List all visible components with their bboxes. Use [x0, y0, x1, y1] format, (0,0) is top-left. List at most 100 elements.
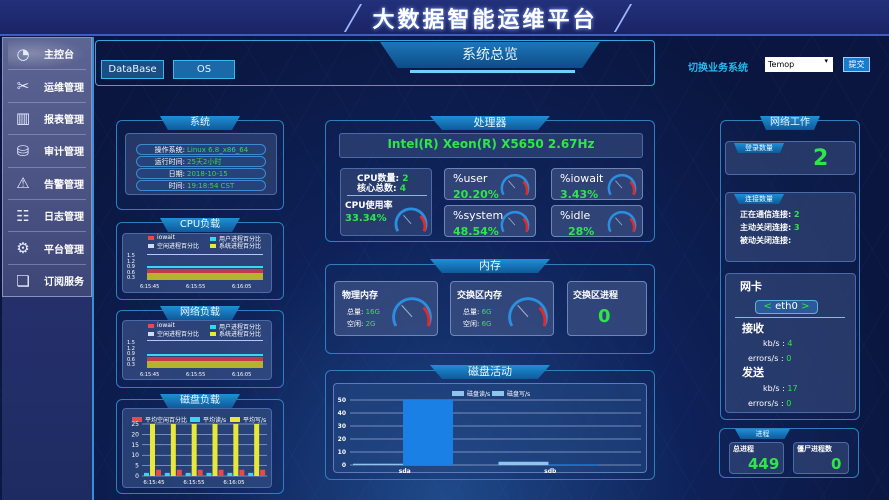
- bar-平均空闲百分比: [176, 469, 182, 476]
- sidebar: ◔ 主控台 ✂ 运维管理 ▥ 报表管理 ⛁ 审计管理 ⚠ 告警管理 ☷ 日志管理 ⚙ 平台管理…: [2, 37, 92, 297]
- bar-平均写/s: [170, 424, 176, 476]
- metric-value: 28%: [568, 225, 595, 238]
- y-tick-label: 0: [342, 462, 346, 469]
- nic-next-button[interactable]: >: [801, 301, 809, 312]
- legend-idle: 空闲进程百分比: [148, 241, 199, 250]
- network-title: 网络工作: [760, 116, 820, 130]
- bar-平均写/s: [233, 424, 239, 476]
- net-x-tick: 6:15:45: [140, 372, 160, 378]
- login-count-value: 2: [813, 146, 829, 171]
- bar-磁盘读/s-sdb: [498, 461, 549, 465]
- divider: [735, 317, 845, 318]
- tab-os[interactable]: OS: [173, 60, 235, 79]
- conn-row-passive-close: 被动关闭连接:: [740, 236, 792, 245]
- nic-name: eth0: [775, 301, 798, 312]
- system-row-time: 时间: 19:18:54 CST: [136, 180, 266, 191]
- total-process-value: 449: [748, 455, 780, 473]
- login-count-label: 登录数量: [734, 143, 784, 153]
- total-process-label: 总进程: [733, 445, 754, 453]
- x-tick-label: sdb: [544, 468, 557, 473]
- system-select-value: Temop: [768, 60, 795, 69]
- swap-free-row: 空闲: 6G: [463, 320, 492, 328]
- sidebar-filler: [2, 297, 92, 500]
- swap-memory-gauge: [508, 297, 548, 327]
- receive-label: 接收: [742, 322, 764, 335]
- sidebar-item-ops[interactable]: ✂ 运维管理: [8, 70, 86, 103]
- sidebar-item-reports[interactable]: ▥ 报表管理: [8, 103, 86, 136]
- y-tick-label: 50: [338, 397, 346, 404]
- x-tick-label: 6:15:55: [183, 480, 205, 486]
- net-x-tick: 6:16:05: [232, 372, 252, 378]
- y-tick-label: 10: [338, 449, 346, 456]
- row-key: 操作系统:: [154, 146, 185, 154]
- cpu-x-tick: 6:15:45: [140, 284, 160, 290]
- sidebar-item-logs[interactable]: ☷ 日志管理: [8, 200, 86, 233]
- net-load-title: 网络负载: [160, 306, 240, 320]
- bar-平均写/s: [212, 424, 218, 476]
- bar-平均空闲百分比: [197, 469, 203, 476]
- disk-activity-chart: 0 10 20 30 40 50 sda sdb: [338, 397, 641, 473]
- app-title: 大数据智能运维平台: [372, 8, 598, 33]
- cpu-load-title: CPU负载: [160, 218, 240, 232]
- legend-system: 系统进程百分比: [210, 241, 261, 250]
- bar-平均空闲百分比: [156, 469, 161, 476]
- cpu-model: Intel(R) Xeon(R) X5650 2.67Hz: [387, 137, 595, 151]
- bar-平均读/s: [144, 472, 149, 476]
- x-tick-label: 6:16:05: [223, 480, 245, 486]
- submit-button[interactable]: 提交: [843, 57, 870, 72]
- disk-load-chart: 0 5 10 15 20 25 6:15:45 6:15:55 6:16:05: [131, 421, 267, 486]
- physical-memory-gauge: [392, 297, 432, 327]
- system-row-date: 日期: 2018-10-15: [136, 168, 266, 179]
- nic-prev-button[interactable]: <: [764, 301, 772, 312]
- idle-gauge: [607, 210, 637, 233]
- y-tick-label: 30: [338, 423, 346, 430]
- row-value: 19:18:54 CST: [187, 182, 235, 190]
- divider: [347, 195, 427, 196]
- row-key: 时间:: [168, 182, 185, 190]
- cpu-x-tick: 6:15:55: [186, 284, 206, 290]
- y-tick-label: 25: [131, 421, 139, 428]
- cpu-usage-value: 33.34%: [345, 213, 387, 224]
- memory-title: 内存: [430, 259, 550, 273]
- conn-row-active-close: 主动关闭连接: 3: [740, 223, 800, 232]
- sidebar-item-console[interactable]: ◔ 主控台: [8, 38, 86, 71]
- zombie-process-label: 僵尸进程数: [797, 445, 832, 453]
- metric-value: 20.20%: [453, 188, 499, 201]
- y-tick-label: 0: [135, 473, 139, 480]
- cpu-usage-label: CPU使用率: [345, 201, 393, 211]
- sidebar-item-label: 平台管理: [44, 244, 84, 256]
- warning-icon: ⚠: [16, 174, 30, 193]
- bar-平均空闲百分比: [260, 469, 266, 476]
- bar-磁盘写/s-sda: [403, 400, 453, 465]
- sidebar-item-audit[interactable]: ⛁ 审计管理: [8, 135, 86, 168]
- sidebar-item-subscribe[interactable]: ❏ 订阅服务: [8, 265, 86, 297]
- swap-memory-label: 交换区内存: [457, 291, 503, 301]
- sidebar-item-label: 主控台: [44, 50, 74, 62]
- legend-system: 系统进程百分比: [210, 329, 261, 338]
- bar-磁盘写/s-sdb: [548, 464, 599, 466]
- row-value: Linux 6.8_x86_64: [187, 146, 249, 154]
- net-area-system: [147, 361, 263, 368]
- disk-activity-title: 磁盘活动: [430, 365, 550, 379]
- tab-database[interactable]: DataBase: [101, 60, 164, 79]
- bar-平均写/s: [254, 424, 260, 476]
- database-search-icon: ⛁: [16, 141, 30, 160]
- nic-label: 网卡: [740, 280, 762, 293]
- row-key: 日期:: [168, 170, 185, 178]
- sidebar-item-label: 报表管理: [44, 114, 84, 126]
- physical-total-row: 总量: 16G: [347, 308, 380, 316]
- legend-iowait: iowait: [148, 234, 175, 241]
- y-tick-label: 10: [131, 452, 139, 459]
- sidebar-item-label: 运维管理: [44, 82, 84, 94]
- bar-chart-icon: ▥: [15, 109, 31, 128]
- system-select[interactable]: Temop ▾: [765, 57, 833, 72]
- cpu-line-user: [147, 266, 263, 268]
- bar-平均读/s: [248, 472, 254, 476]
- bar-平均读/s: [206, 472, 212, 476]
- physical-memory-label: 物理内存: [342, 291, 379, 301]
- sidebar-item-alerts[interactable]: ⚠ 告警管理: [8, 168, 86, 200]
- sidebar-item-platform[interactable]: ⚙ 平台管理: [8, 232, 86, 265]
- metric-value: 3.43%: [560, 188, 599, 201]
- sidebar-item-label: 日志管理: [44, 212, 84, 224]
- y-tick-label: 20: [338, 436, 346, 443]
